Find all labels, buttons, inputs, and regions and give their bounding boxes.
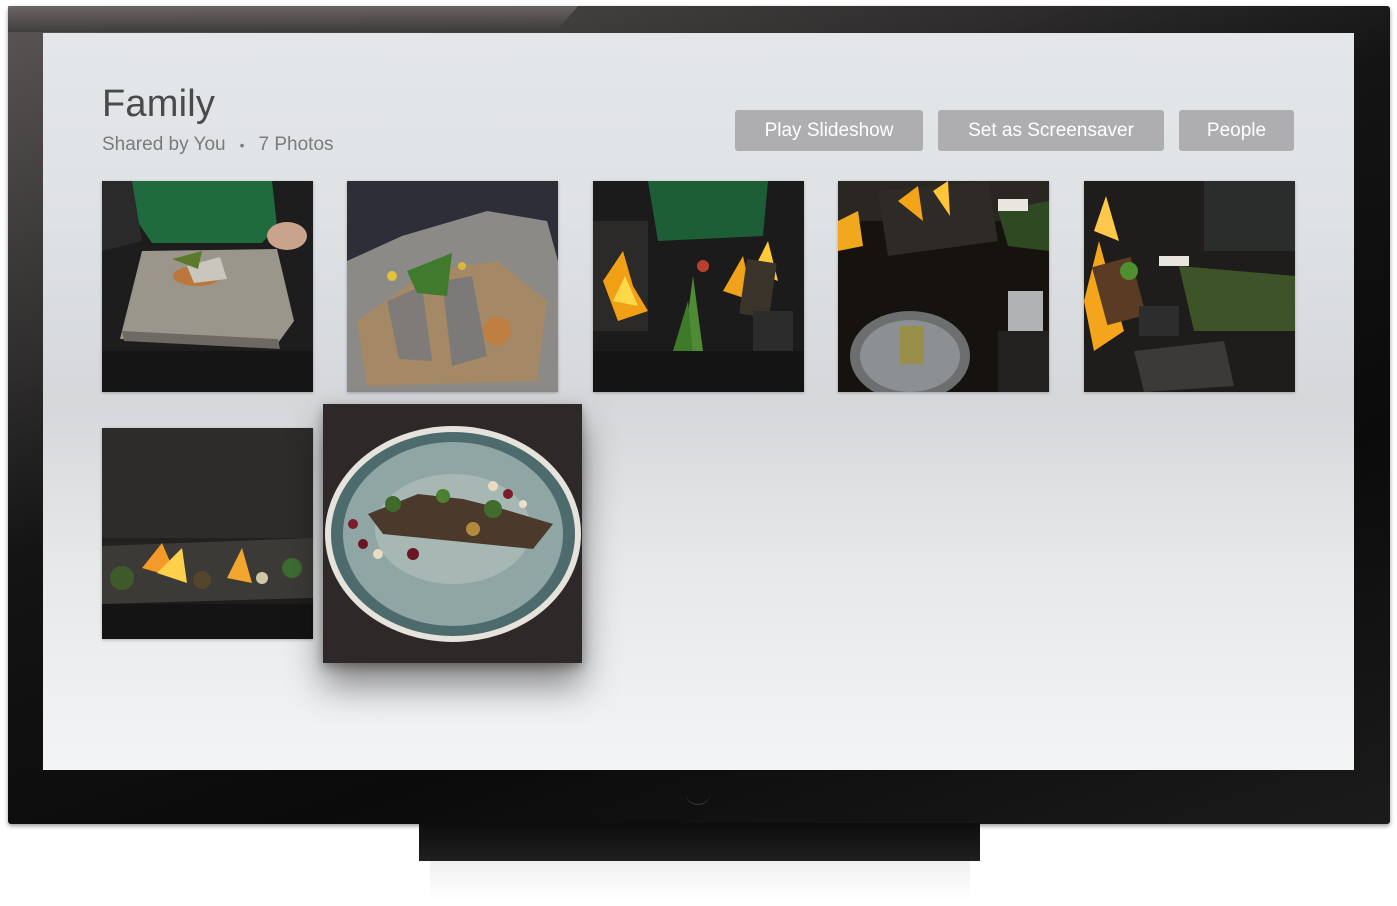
photo-thumbnail[interactable] — [102, 428, 313, 639]
photo-image — [347, 181, 558, 392]
separator-dot: • — [239, 137, 245, 153]
album-meta: Shared by You • 7 Photos — [102, 134, 334, 156]
album-title: Family — [102, 83, 216, 125]
photo-thumbnail[interactable] — [593, 181, 804, 392]
photo-count: 7 Photos — [258, 134, 334, 155]
photo-image — [1084, 181, 1295, 392]
tv-bezel-glare — [8, 6, 578, 32]
photo-thumbnail-focused[interactable] — [323, 404, 582, 663]
photo-image — [102, 181, 313, 392]
tv-screen: Family Shared by You • 7 Photos Play Sli… — [43, 33, 1354, 770]
tv-stand-reflection — [430, 861, 970, 901]
photo-thumbnail[interactable] — [102, 181, 313, 392]
people-button[interactable]: People — [1179, 110, 1294, 151]
set-screensaver-button[interactable]: Set as Screensaver — [938, 110, 1164, 151]
photo-image — [838, 181, 1049, 392]
photo-thumbnail[interactable] — [838, 181, 1049, 392]
photo-image — [593, 181, 804, 392]
photo-image — [102, 428, 313, 639]
photo-thumbnail[interactable] — [347, 181, 558, 392]
photo-thumbnail[interactable] — [1084, 181, 1295, 392]
play-slideshow-button[interactable]: Play Slideshow — [735, 110, 923, 151]
photo-image — [323, 404, 582, 663]
shared-by-label: Shared by You — [102, 134, 226, 155]
tv-stand — [419, 823, 980, 861]
